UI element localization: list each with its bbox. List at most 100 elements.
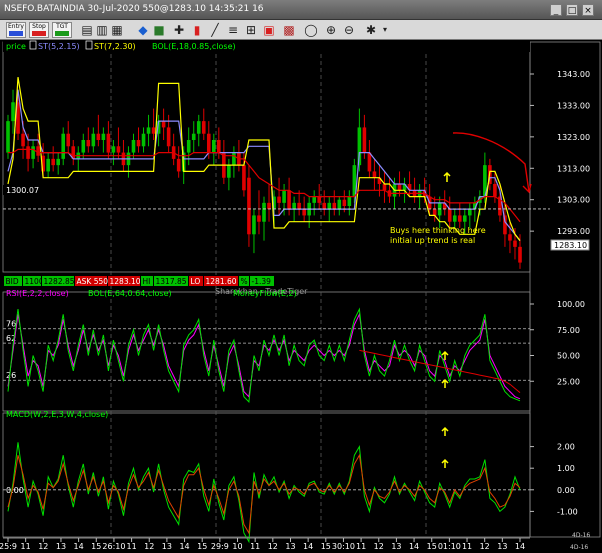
last-price-label: 1283.10 bbox=[554, 241, 587, 250]
document-icon[interactable]: ▤ bbox=[80, 23, 94, 37]
candle-body bbox=[61, 133, 66, 159]
annotation-line-2: initial up trend is real bbox=[390, 236, 475, 245]
zoom-in-icon[interactable]: ⊕ bbox=[324, 23, 338, 37]
x-tick-label: 13 bbox=[162, 542, 172, 551]
legend-rsi: RSI(E,2,2,close) bbox=[6, 289, 69, 298]
candle-body bbox=[447, 209, 452, 222]
legend-price: price bbox=[6, 42, 26, 51]
candle-body bbox=[186, 140, 191, 153]
entry-order-button[interactable]: Entry bbox=[6, 22, 26, 38]
legend-st2: ST(7,2.30) bbox=[94, 42, 136, 51]
minimize-button[interactable]: _ bbox=[550, 4, 562, 16]
x-tick-label: 14 bbox=[409, 542, 419, 551]
candle-body bbox=[432, 209, 437, 216]
circle-icon[interactable]: ◯ bbox=[304, 23, 318, 37]
candle-body bbox=[191, 133, 196, 140]
candle-body bbox=[282, 190, 286, 203]
legend-macd: MACD(W,2,E,3,W,4,close) bbox=[6, 410, 108, 419]
x-tick-label: 15 bbox=[321, 542, 331, 551]
stop-icon bbox=[32, 31, 46, 36]
gear-icon[interactable]: ✱ bbox=[364, 23, 378, 37]
x-tick-label: 12 bbox=[480, 542, 490, 551]
candle-body bbox=[277, 196, 281, 203]
target-label: TGT bbox=[56, 23, 68, 30]
candle-body bbox=[141, 133, 146, 147]
chart-area[interactable]: price ST(5,2.15) ST(7,2.30) BOL(E,18,0.8… bbox=[0, 40, 602, 553]
info-cell-text: 1281.60 bbox=[206, 277, 237, 286]
price-tick-label: 1303.00 bbox=[557, 196, 590, 205]
template-icon[interactable]: ▣ bbox=[262, 23, 276, 37]
candle-body bbox=[257, 215, 261, 222]
fib-tool-icon[interactable]: ≡ bbox=[226, 23, 240, 37]
candle-body bbox=[397, 184, 402, 191]
candle-body bbox=[166, 127, 171, 147]
info-cell-text: % bbox=[241, 277, 248, 286]
candle-body bbox=[367, 152, 372, 172]
x-tick-label: 14 bbox=[515, 542, 525, 551]
info-cell-text: LO bbox=[191, 277, 201, 286]
info-cell-text: 1283.10 bbox=[110, 277, 141, 286]
price-tick-label: 1323.00 bbox=[557, 133, 590, 142]
candle-body bbox=[362, 127, 367, 153]
stop-order-button[interactable]: Stop bbox=[29, 22, 49, 38]
candle-body bbox=[468, 209, 472, 216]
channel-tool-icon[interactable]: ⊞ bbox=[244, 23, 258, 37]
candle-body bbox=[36, 146, 40, 156]
chevron-down-icon[interactable]: ▾ bbox=[378, 23, 392, 37]
candle-body bbox=[252, 215, 256, 235]
candle-body bbox=[81, 140, 86, 153]
candle-body bbox=[101, 133, 106, 140]
stop-label: Stop bbox=[32, 23, 46, 30]
candle-body bbox=[106, 133, 111, 153]
rsi-tick-label: 75.00 bbox=[557, 326, 580, 335]
price-legend: price ST(5,2.15) ST(7,2.30) BOL(E,18,0.8… bbox=[3, 40, 530, 52]
price-tick-label: 1333.00 bbox=[557, 101, 590, 110]
x-tick-label: 26:10 bbox=[102, 542, 125, 551]
legend-rsi-bol: BOL(E,64,0.64,close) bbox=[88, 289, 172, 298]
candle-body bbox=[111, 146, 116, 153]
x-tick-label: 10 bbox=[232, 542, 242, 551]
rsi-tick-label: 25.00 bbox=[557, 377, 580, 386]
document-icon-3[interactable]: ▦ bbox=[110, 23, 124, 37]
candle-body bbox=[151, 127, 156, 134]
candle-body bbox=[372, 171, 377, 178]
x-tick-label: 14 bbox=[303, 542, 313, 551]
info-cell-text: BID bbox=[6, 277, 19, 286]
delete-icon[interactable]: ▩ bbox=[282, 23, 296, 37]
x-tick-label: 13 bbox=[285, 542, 295, 551]
cursor-level-label: 1300.07 bbox=[6, 186, 39, 195]
candle-body bbox=[116, 146, 121, 153]
rsi-tick-label: 100.00 bbox=[557, 300, 585, 309]
candle-body bbox=[342, 199, 347, 206]
candle-body bbox=[337, 199, 342, 210]
info-cell-text: 1100 bbox=[25, 277, 44, 286]
candle-body bbox=[292, 202, 296, 210]
target-order-button[interactable]: TGT bbox=[52, 22, 72, 38]
candle-body bbox=[21, 133, 25, 147]
candle-body bbox=[462, 215, 467, 222]
candle-body bbox=[176, 158, 181, 172]
text-tool-icon[interactable]: ■ bbox=[152, 23, 166, 37]
crosshair-icon[interactable]: ✚ bbox=[172, 23, 186, 37]
rsi-level-label: 26 bbox=[6, 371, 16, 380]
last-price-tag: 1283.10 bbox=[550, 239, 590, 251]
zoom-out-icon[interactable]: ⊖ bbox=[342, 23, 356, 37]
candle-body bbox=[247, 177, 251, 235]
candle-body bbox=[46, 158, 50, 172]
candle-body bbox=[26, 146, 30, 159]
entry-label: Entry bbox=[8, 23, 24, 30]
bar-chart-icon[interactable]: ▮ bbox=[190, 23, 204, 37]
info-cell-text: -1.39 bbox=[252, 277, 272, 286]
maximize-button[interactable]: □ bbox=[566, 4, 578, 16]
close-button[interactable]: × bbox=[582, 4, 594, 16]
candle-body bbox=[297, 202, 301, 210]
x-tick-label: 11 bbox=[126, 542, 136, 551]
shapes-icon[interactable]: ◆ bbox=[136, 23, 150, 37]
candle-body bbox=[317, 196, 322, 203]
x-tick-label: 14 bbox=[179, 542, 189, 551]
document-icon-2[interactable]: ▥ bbox=[95, 23, 109, 37]
candle-body bbox=[227, 165, 231, 178]
candle-body bbox=[452, 215, 457, 222]
info-cell-text: 1282.85 bbox=[44, 277, 75, 286]
line-tool-icon[interactable]: ╱ bbox=[208, 23, 222, 37]
